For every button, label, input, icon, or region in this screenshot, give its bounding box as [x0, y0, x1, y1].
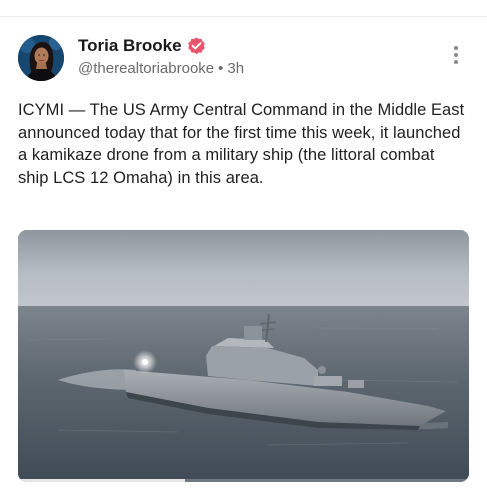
- divider: [0, 16, 487, 17]
- post-timestamp[interactable]: 3h: [227, 60, 244, 77]
- more-options-button[interactable]: [447, 44, 465, 70]
- author-meta: @therealtoriabrooke • 3h: [78, 60, 244, 78]
- video-frame-ship: [18, 230, 469, 482]
- meta-separator: •: [218, 60, 224, 77]
- avatar-image: [18, 35, 64, 81]
- post-video[interactable]: [18, 230, 469, 482]
- avatar[interactable]: [18, 35, 64, 81]
- post-body-text: ICYMI — The US Army Central Command in t…: [18, 101, 465, 187]
- video-progress-bar[interactable]: [18, 479, 469, 482]
- more-vertical-icon: [447, 46, 465, 64]
- author-name[interactable]: Toria Brooke: [78, 36, 182, 56]
- post-card: Toria Brooke @therealtoriabrooke • 3h ICYM…: [0, 0, 487, 500]
- verified-badge-icon: [186, 36, 207, 57]
- video-progress-fill: [18, 479, 185, 482]
- author-handle[interactable]: @therealtoriabrooke: [78, 60, 214, 77]
